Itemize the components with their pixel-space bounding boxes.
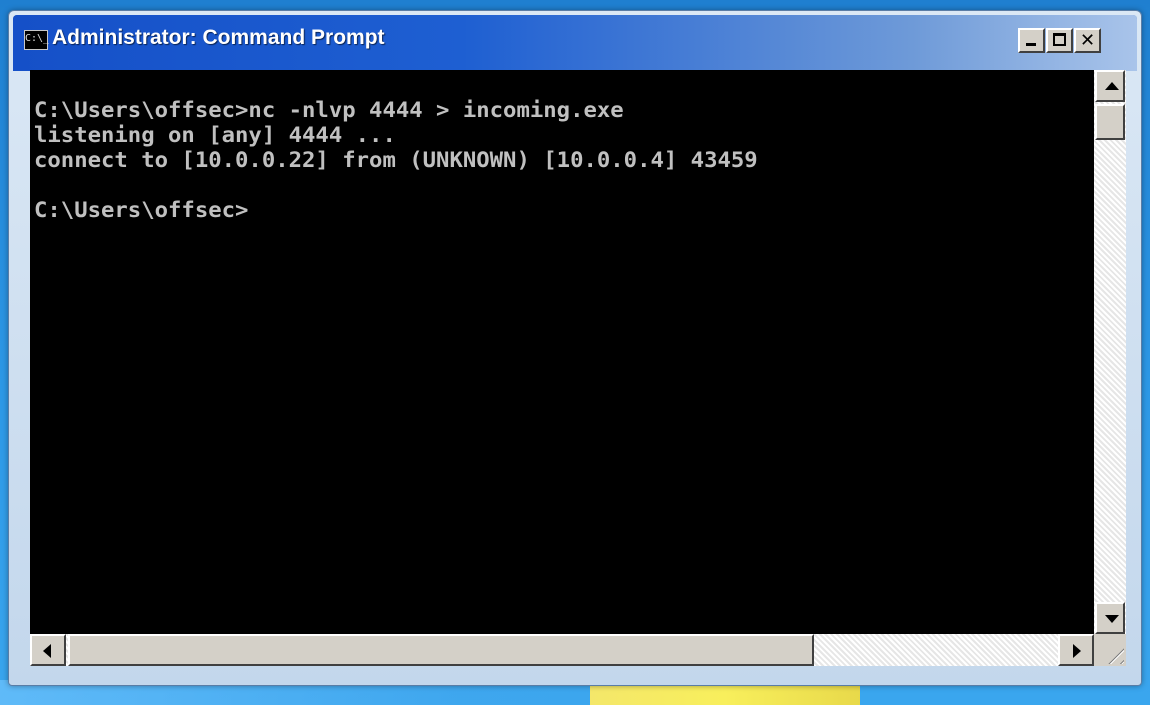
horizontal-scrollbar[interactable]	[30, 634, 1094, 666]
horizontal-scroll-thumb[interactable]	[68, 634, 814, 666]
arrow-down-icon	[1105, 615, 1119, 623]
arrow-up-icon	[1105, 82, 1119, 90]
arrow-left-icon	[43, 644, 51, 658]
console-prompt-line: C:\Users\offsec>	[34, 198, 249, 222]
close-button[interactable]: ✕	[1074, 28, 1101, 53]
scroll-up-button[interactable]	[1095, 70, 1125, 102]
close-icon: ✕	[1079, 30, 1096, 51]
console-line: listening on [any] 4444 ...	[34, 123, 396, 147]
maximize-button[interactable]	[1046, 28, 1073, 53]
minimize-icon	[1026, 43, 1036, 46]
vertical-scrollbar[interactable]	[1094, 70, 1126, 634]
minimize-button[interactable]	[1018, 28, 1045, 53]
vertical-scroll-thumb[interactable]	[1095, 104, 1125, 140]
maximize-icon	[1053, 33, 1066, 46]
window-title: Administrator: Command Prompt	[52, 26, 385, 49]
console-line: C:\Users\offsec>nc -nlvp 4444 > incoming…	[34, 98, 624, 122]
scroll-down-button[interactable]	[1095, 602, 1125, 634]
arrow-right-icon	[1073, 644, 1081, 658]
console-output[interactable]: C:\Users\offsec>nc -nlvp 4444 > incoming…	[30, 70, 1094, 634]
scroll-right-button[interactable]	[1058, 634, 1094, 666]
resize-grip-icon[interactable]	[1094, 634, 1126, 666]
console-line: connect to [10.0.0.22] from (UNKNOWN) [1…	[34, 148, 758, 172]
scroll-left-button[interactable]	[30, 634, 66, 666]
cmd-console-icon[interactable]: C:\_	[24, 30, 49, 50]
